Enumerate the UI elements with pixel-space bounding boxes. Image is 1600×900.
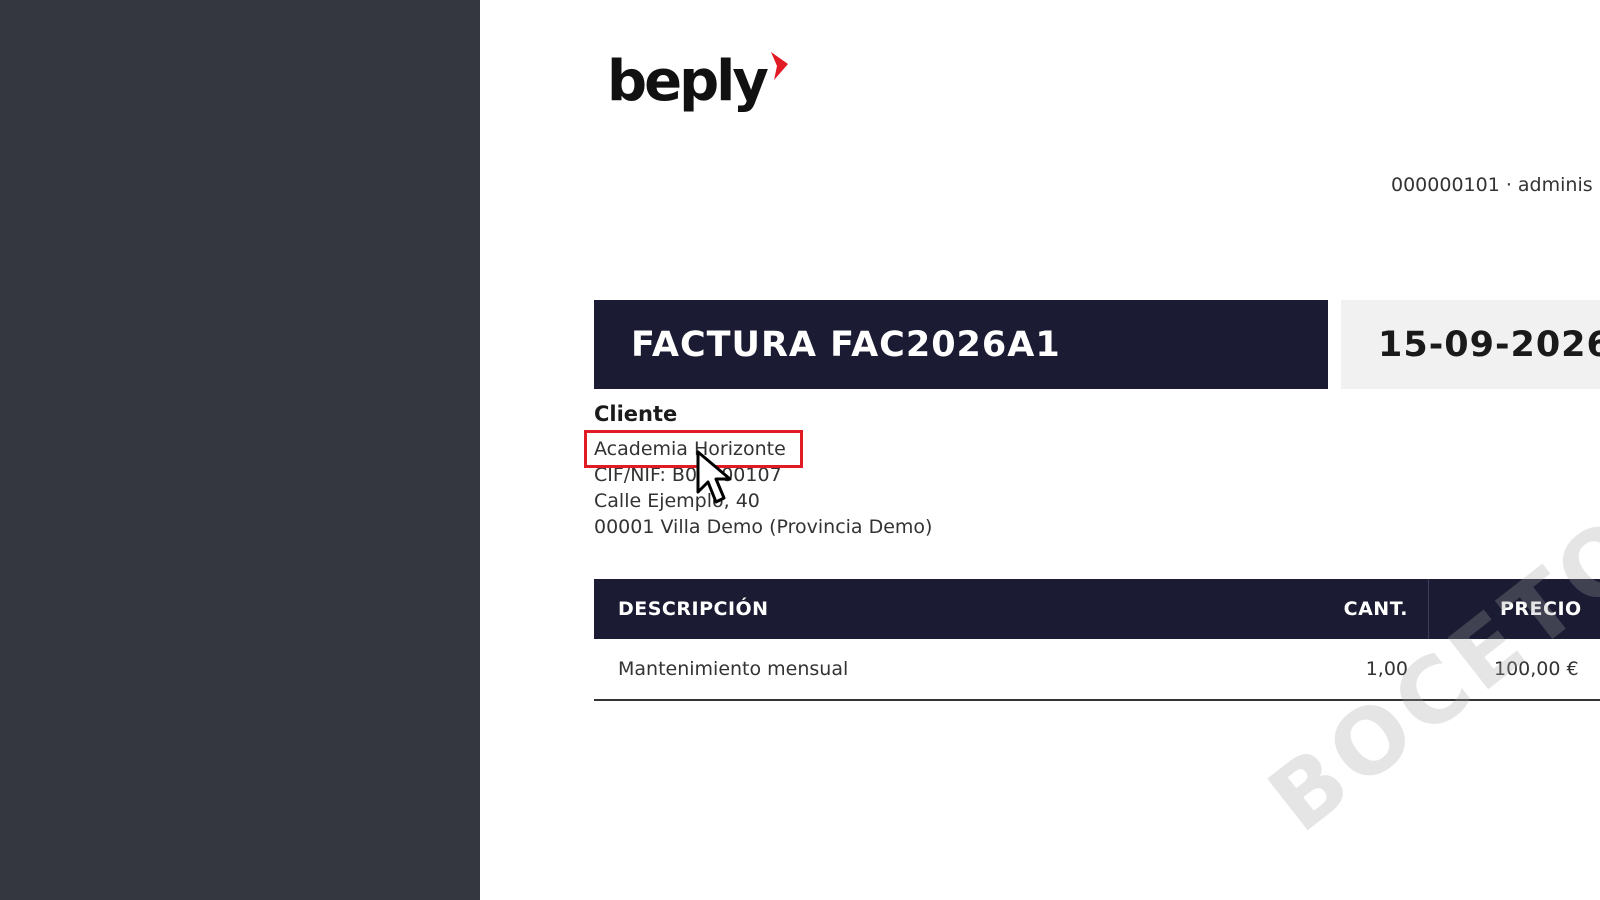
invoice-page: beply 000000101 · adminis FACTURA FAC202… xyxy=(480,0,1600,900)
invoice-date-box: 15-09-2026 xyxy=(1341,300,1600,389)
row-description: Mantenimiento mensual xyxy=(618,658,849,680)
mouse-cursor-icon xyxy=(696,450,732,504)
invoice-title: FACTURA FAC2026A1 xyxy=(631,324,1061,365)
client-name-highlight xyxy=(584,430,803,468)
document-meta-line: 000000101 · adminis xyxy=(1391,174,1593,196)
header-description: DESCRIPCIÓN xyxy=(618,598,769,620)
logo-text: beply xyxy=(607,49,769,114)
invoice-date: 15-09-2026 xyxy=(1378,324,1600,365)
client-city: 00001 Villa Demo (Provincia Demo) xyxy=(594,516,933,538)
brand-logo: beply xyxy=(607,52,790,122)
header-quantity: CANT. xyxy=(1343,598,1408,620)
client-heading: Cliente xyxy=(594,402,678,426)
viewer-sidebar xyxy=(0,0,480,900)
invoice-title-bar: FACTURA FAC2026A1 xyxy=(594,300,1328,389)
red-chevron-icon xyxy=(770,52,788,80)
